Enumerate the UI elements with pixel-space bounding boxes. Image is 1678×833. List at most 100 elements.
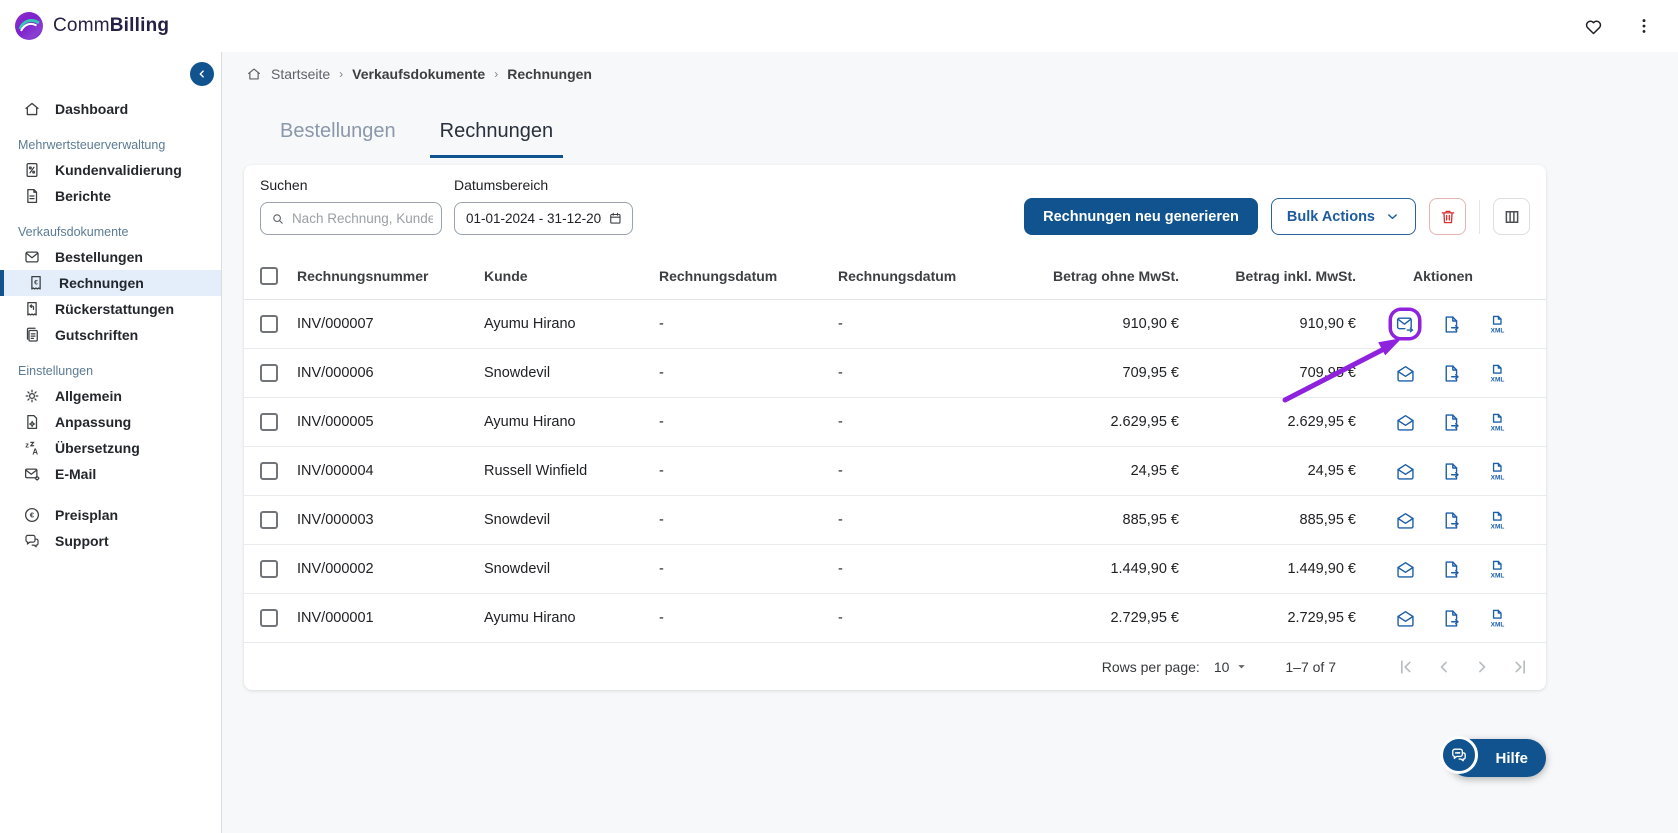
amount-gross: 709,95 € [1299, 365, 1356, 381]
breadcrumb-rechnungen[interactable]: Rechnungen [507, 66, 592, 82]
search-label: Suchen [260, 177, 308, 193]
previous-page-button[interactable] [1434, 657, 1454, 677]
invoice-date-2: - [838, 561, 843, 577]
last-page-icon [1515, 659, 1525, 674]
invoice-date-2: - [838, 414, 843, 430]
send-email-action[interactable] [1392, 311, 1418, 337]
svg-text:A: A [32, 447, 38, 456]
search-input[interactable] [291, 211, 433, 226]
sidebar-item-dashboard[interactable]: Dashboard [0, 96, 221, 122]
row-checkbox[interactable] [260, 560, 278, 578]
table-row: INV/000006 Snowdevil - - 709,95 € 709,95… [244, 349, 1546, 398]
sidebar-item-allgemein[interactable]: Allgemein [0, 383, 221, 409]
export-pdf-action[interactable] [1438, 311, 1464, 337]
column-header-rechnungsnummer: Rechnungsnummer [297, 267, 429, 284]
export-pdf-action[interactable] [1438, 360, 1464, 386]
bulk-actions-button[interactable]: Bulk Actions [1270, 198, 1416, 235]
sidebar-item-rueckerstattungen[interactable]: Rückerstattungen [0, 296, 221, 322]
home-icon [22, 100, 42, 118]
export-xml-action[interactable]: XML [1484, 311, 1510, 337]
export-xml-action[interactable]: XML [1484, 556, 1510, 582]
svg-text:XML: XML [1490, 425, 1504, 432]
regenerate-invoices-button[interactable]: Rechnungen neu generieren [1024, 198, 1258, 235]
send-email-action[interactable] [1392, 360, 1418, 386]
customer-name: Ayumu Hirano [484, 610, 576, 626]
tab-rechnungen[interactable]: Rechnungen [429, 116, 564, 158]
sidebar-section-verkaufsdokumente: Verkaufsdokumente [18, 225, 129, 239]
first-page-icon [1401, 659, 1411, 674]
table-row: INV/000002 Snowdevil - - 1.449,90 € 1.44… [244, 545, 1546, 594]
breadcrumb-verkaufsdokumente[interactable]: Verkaufsdokumente [352, 66, 485, 82]
date-range-input[interactable] [466, 211, 603, 226]
export-xml-action[interactable]: XML [1484, 409, 1510, 435]
column-settings-button[interactable] [1493, 198, 1530, 235]
export-xml-action[interactable]: XML [1484, 458, 1510, 484]
home-icon[interactable] [246, 66, 262, 82]
row-checkbox[interactable] [260, 609, 278, 627]
export-xml-action[interactable]: XML [1484, 360, 1510, 386]
invoice-date-2: - [838, 316, 843, 332]
send-email-action[interactable] [1392, 556, 1418, 582]
export-pdf-action[interactable] [1438, 605, 1464, 631]
row-checkbox[interactable] [260, 511, 278, 529]
last-page-button[interactable] [1510, 657, 1530, 677]
row-checkbox[interactable] [260, 413, 278, 431]
xml-export-icon: XML [1490, 511, 1504, 530]
row-checkbox[interactable] [260, 315, 278, 333]
invoice-number: INV/000003 [297, 512, 374, 528]
mail-open-icon [1396, 463, 1414, 480]
sidebar-item-berichte[interactable]: Berichte [0, 183, 221, 209]
tab-bestellungen[interactable]: Bestellungen [270, 116, 406, 158]
favorites-button[interactable] [1581, 14, 1606, 39]
document-export-icon [1445, 462, 1461, 480]
table-header-row: Rechnungsnummer Kunde Rechnungsdatum Rec… [244, 252, 1546, 300]
export-pdf-action[interactable] [1438, 556, 1464, 582]
sidebar-item-uebersetzung[interactable]: zA Übersetzung [0, 435, 221, 461]
export-pdf-action[interactable] [1438, 409, 1464, 435]
breadcrumb-startseite[interactable]: Startseite [271, 66, 330, 82]
send-email-action[interactable] [1392, 409, 1418, 435]
mail-open-icon [1396, 365, 1414, 382]
send-email-action[interactable] [1392, 507, 1418, 533]
main-content: Startseite › Verkaufsdokumente › Rechnun… [222, 52, 1678, 833]
select-all-checkbox[interactable] [260, 266, 278, 285]
search-icon [273, 213, 283, 224]
mail-open-icon [1396, 512, 1414, 529]
kebab-menu-icon [1642, 19, 1646, 33]
calendar-icon [610, 212, 621, 224]
column-header-aktionen: Aktionen [1413, 267, 1473, 284]
sidebar-item-label: Rechnungen [59, 275, 144, 291]
sidebar-collapse-button[interactable] [190, 62, 214, 86]
chevron-right-icon [1479, 661, 1486, 672]
next-page-button[interactable] [1472, 657, 1492, 677]
delete-button[interactable] [1429, 198, 1466, 235]
sidebar-item-bestellungen[interactable]: Bestellungen [0, 244, 221, 270]
sidebar-item-anpassung[interactable]: Anpassung [0, 409, 221, 435]
help-label: Hilfe [1495, 749, 1528, 767]
mail-open-icon [1396, 414, 1414, 431]
rows-per-page-select[interactable]: 10 [1214, 659, 1248, 675]
euro-circle-icon: € [22, 506, 42, 524]
refund-receipt-icon [22, 300, 42, 318]
help-button[interactable]: Hilfe [1440, 736, 1546, 777]
more-menu-button[interactable] [1632, 14, 1656, 38]
first-page-button[interactable] [1396, 657, 1416, 677]
sidebar-item-preisplan[interactable]: € Preisplan [0, 502, 221, 528]
sidebar-item-gutschriften[interactable]: Gutschriften [0, 322, 221, 348]
row-checkbox[interactable] [260, 364, 278, 382]
amount-gross: 2.729,95 € [1287, 610, 1356, 626]
export-xml-action[interactable]: XML [1484, 507, 1510, 533]
export-xml-action[interactable]: XML [1484, 605, 1510, 631]
sidebar-item-kundenvalidierung[interactable]: Kundenvalidierung [0, 157, 221, 183]
pagination: Rows per page: 10 1–7 of 7 [244, 643, 1546, 690]
export-pdf-action[interactable] [1438, 507, 1464, 533]
sidebar-section-einstellungen: Einstellungen [18, 364, 94, 378]
row-checkbox[interactable] [260, 462, 278, 480]
sidebar-item-email[interactable]: E-Mail [0, 461, 221, 487]
sidebar-item-support[interactable]: Support [0, 528, 221, 554]
export-pdf-action[interactable] [1438, 458, 1464, 484]
send-email-action[interactable] [1392, 605, 1418, 631]
sidebar-item-rechnungen[interactable]: € Rechnungen [0, 270, 221, 296]
amount-net: 709,95 € [1122, 365, 1179, 381]
send-email-action[interactable] [1392, 458, 1418, 484]
